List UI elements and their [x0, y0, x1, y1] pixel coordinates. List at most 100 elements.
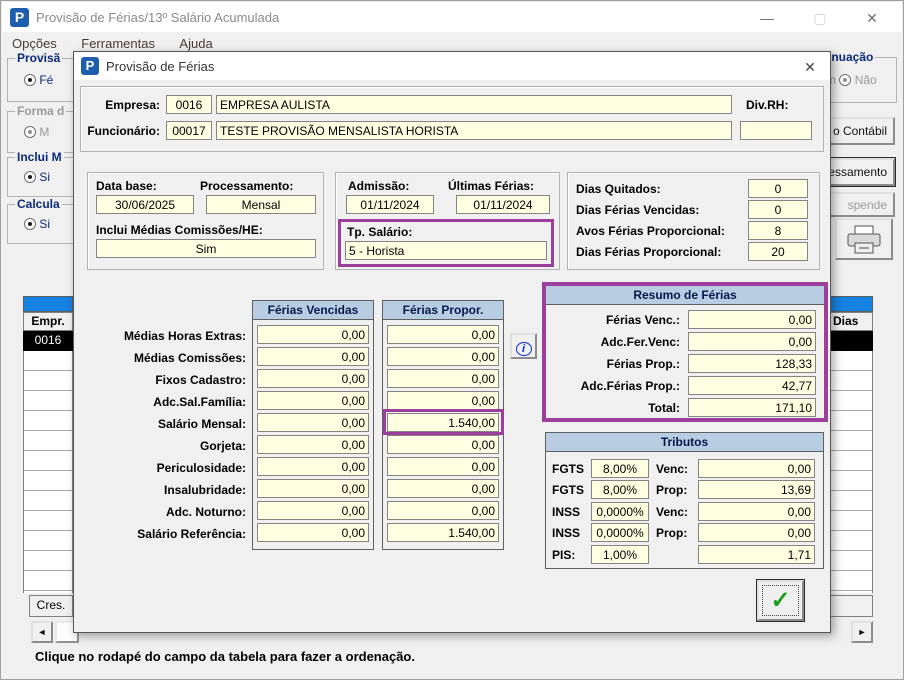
trib-kind-0: Venc:: [656, 462, 688, 476]
scroll-right-button[interactable]: ►: [851, 621, 873, 643]
grid-footer-cres[interactable]: Cres.: [29, 595, 73, 617]
radio-forma: M: [24, 125, 49, 139]
venc-field-8[interactable]: 0,00: [257, 501, 369, 520]
trib-val-pis[interactable]: 1,71: [698, 545, 815, 564]
radio-ferias[interactable]: Fé: [24, 73, 53, 87]
resumo-field-1[interactable]: 0,00: [688, 332, 816, 351]
resumo-field-0[interactable]: 0,00: [688, 310, 816, 329]
radio-continuacao: m Não: [826, 73, 877, 87]
tp-salario-field[interactable]: 5 - Horista: [345, 241, 547, 260]
maximize-button[interactable]: ▢: [805, 8, 835, 28]
resumo-field-3[interactable]: 42,77: [688, 376, 816, 395]
trib-val-2[interactable]: 0,00: [698, 502, 815, 521]
resumo-field-total[interactable]: 171,10: [688, 398, 816, 417]
main-titlebar: P Provisão de Férias/13º Salário Acumula…: [2, 2, 902, 32]
prop-field-1[interactable]: 0,00: [387, 347, 499, 366]
grid-selected-row[interactable]: 0016: [23, 331, 73, 351]
radio-calcula-icon[interactable]: [24, 218, 36, 230]
trib-kind-1: Prop:: [656, 483, 687, 497]
close-button[interactable]: ✕: [857, 8, 887, 28]
prop-field-3[interactable]: 0,00: [387, 391, 499, 410]
ferias-propor-header: Férias Propor.: [383, 301, 503, 320]
radio-inclui-sim[interactable]: Si: [24, 170, 50, 184]
lancamento-contabil-button[interactable]: o Contábil: [823, 117, 895, 145]
avos-proporcional-field[interactable]: 8: [748, 221, 808, 240]
dias-quitados-field[interactable]: 0: [748, 179, 808, 198]
resumo-highlight: Resumo de Férias Férias Venc.: 0,00 Adc.…: [542, 282, 828, 422]
row-label-medias-he: Médias Horas Extras:: [78, 329, 246, 343]
prop-field-0[interactable]: 0,00: [387, 325, 499, 344]
resumo-label-0: Férias Venc.:: [548, 313, 680, 327]
ultimas-ferias-field[interactable]: 01/11/2024: [456, 195, 550, 214]
data-base-field[interactable]: 30/06/2025: [96, 195, 194, 214]
divrh-field[interactable]: [740, 121, 812, 140]
empresa-code-field[interactable]: 0016: [166, 95, 212, 114]
check-icon: ✓: [759, 582, 802, 619]
radio-ferias-icon[interactable]: [24, 74, 36, 86]
venc-field-7[interactable]: 0,00: [257, 479, 369, 498]
prop-field-9[interactable]: 1.540,00: [387, 523, 499, 542]
prop-field-8[interactable]: 0,00: [387, 501, 499, 520]
group-forma-title: Forma d: [15, 104, 66, 118]
minimize-button[interactable]: —: [752, 8, 782, 28]
dialog-logo-icon: P: [81, 57, 99, 75]
dias-quitados-label: Dias Quitados:: [576, 182, 661, 196]
printer-icon: [846, 244, 882, 258]
trib-name-1: FGTS: [552, 483, 584, 497]
prop-field-6[interactable]: 0,00: [387, 457, 499, 476]
trib-pct-pis[interactable]: 1,00%: [591, 545, 649, 564]
dialog-close-button[interactable]: ✕: [800, 58, 820, 76]
trib-pct-1[interactable]: 8,00%: [591, 480, 649, 499]
funcionario-name-field[interactable]: TESTE PROVISÃO MENSALISTA HORISTA: [216, 121, 732, 140]
resumo-label-3: Adc.Férias Prop.:: [548, 379, 680, 393]
inclui-medias-field[interactable]: Sim: [96, 239, 316, 258]
prop-field-2[interactable]: 0,00: [387, 369, 499, 388]
group-provisao: Provisã Fé: [7, 58, 81, 102]
trib-name-2: INSS: [552, 505, 580, 519]
funcionario-code-field[interactable]: 00017: [166, 121, 212, 140]
info-button[interactable]: i: [510, 333, 537, 359]
scroll-left-button[interactable]: ◄: [31, 621, 53, 643]
trib-pct-3[interactable]: 0,0000%: [591, 523, 649, 542]
venc-field-3[interactable]: 0,00: [257, 391, 369, 410]
prop-field-5[interactable]: 0,00: [387, 435, 499, 454]
prop-field-7[interactable]: 0,00: [387, 479, 499, 498]
grid-top-bar-left: [23, 296, 73, 312]
admissao-field[interactable]: 01/11/2024: [346, 195, 434, 214]
tributos-panel: Tributos FGTS 8,00% Venc: 0,00 FGTS 8,00…: [545, 432, 824, 569]
venc-field-5[interactable]: 0,00: [257, 435, 369, 454]
grid-header-empr[interactable]: Empr.: [23, 312, 73, 331]
processamento-button[interactable]: essamento: [823, 158, 895, 186]
salario-mensal-highlight: [383, 409, 504, 435]
trib-pct-0[interactable]: 8,00%: [591, 459, 649, 478]
resumo-header: Resumo de Férias: [546, 286, 824, 305]
grid-header-dias[interactable]: Dias: [827, 312, 873, 331]
trib-val-1[interactable]: 13,69: [698, 480, 815, 499]
dias-vencidas-field[interactable]: 0: [748, 200, 808, 219]
dias-proporcional-field[interactable]: 20: [748, 242, 808, 261]
venc-field-0[interactable]: 0,00: [257, 325, 369, 344]
venc-field-6[interactable]: 0,00: [257, 457, 369, 476]
radio-inclui-icon[interactable]: [24, 171, 36, 183]
radio-calcula-sim[interactable]: Si: [24, 217, 50, 231]
resumo-label-total: Total:: [548, 401, 680, 415]
trib-kind-2: Venc:: [656, 505, 688, 519]
confirm-button[interactable]: ✓: [757, 580, 804, 621]
print-button[interactable]: [835, 218, 893, 260]
venc-field-2[interactable]: 0,00: [257, 369, 369, 388]
processamento-field[interactable]: Mensal: [206, 195, 316, 214]
empresa-name-field[interactable]: EMPRESA AULISTA: [216, 95, 732, 114]
group-continuacao-title: inuação: [826, 50, 875, 64]
suspende-button[interactable]: spende: [823, 192, 895, 217]
resumo-field-2[interactable]: 128,33: [688, 354, 816, 373]
row-label-fixos-cadastro: Fixos Cadastro:: [78, 373, 246, 387]
trib-pct-2[interactable]: 0,0000%: [591, 502, 649, 521]
trib-val-3[interactable]: 0,00: [698, 523, 815, 542]
divrh-label: Div.RH:: [746, 98, 788, 112]
group-forma: Forma d M: [7, 111, 81, 153]
trib-val-0[interactable]: 0,00: [698, 459, 815, 478]
row-label-adc-sal-familia: Adc.Sal.Família:: [78, 395, 246, 409]
venc-field-9[interactable]: 0,00: [257, 523, 369, 542]
venc-field-4[interactable]: 0,00: [257, 413, 369, 432]
venc-field-1[interactable]: 0,00: [257, 347, 369, 366]
